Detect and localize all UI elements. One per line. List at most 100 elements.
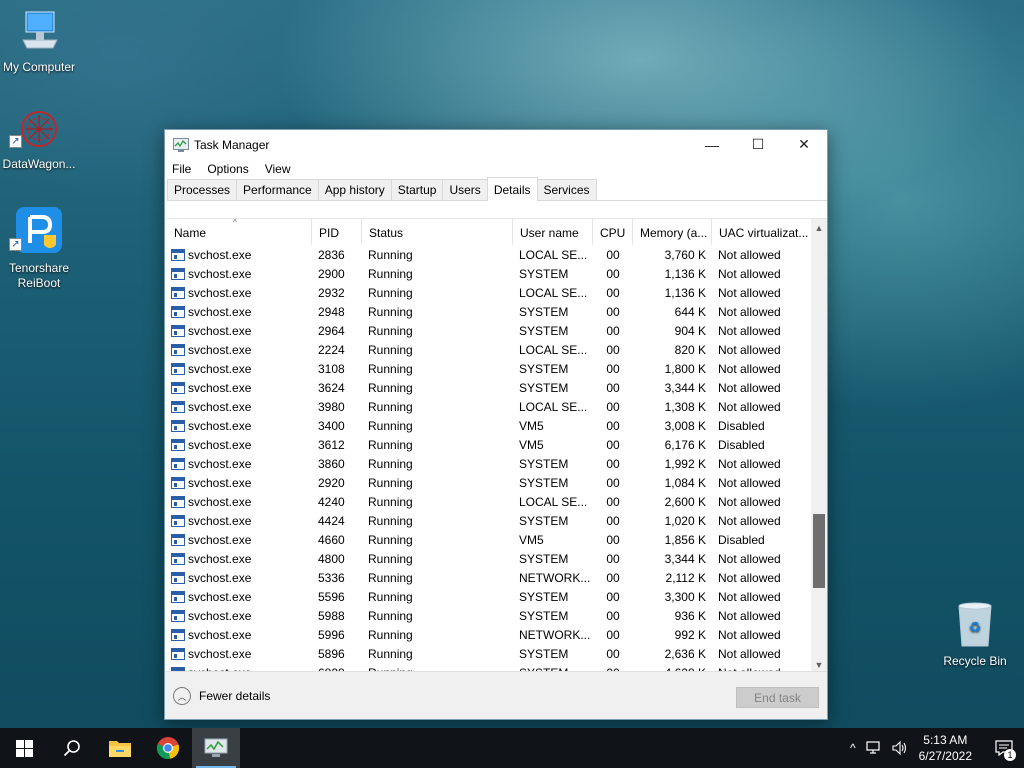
menu-view[interactable]: View [265,162,291,176]
fewer-details-button[interactable]: ︿ Fewer details [173,687,270,705]
table-row[interactable]: svchost.exe 4240 Running LOCAL SE... 00 2,600… [167,492,811,511]
taskbar: ^ 5:13 AM 6/27/2022 1 [0,728,1024,768]
cell-uac-virtualization: Not allowed [718,589,781,604]
cell-cpu: 00 [606,532,620,547]
cell-cpu: 00 [606,399,620,414]
cell-name: svchost.exe [167,495,312,509]
maximize-button[interactable]: ☐ [735,130,781,159]
column-header-user-name[interactable]: User name [513,219,593,245]
table-row[interactable]: svchost.exe 3860 Running SYSTEM 00 1,992 K Not… [167,454,811,473]
search-button[interactable] [48,728,96,768]
column-header-uac-virtualization[interactable]: UAC virtualizat... [712,219,811,245]
table-row[interactable]: svchost.exe 3108 Running SYSTEM 00 1,800 K Not… [167,359,811,378]
clock-time: 5:13 AM [923,733,968,747]
show-hidden-icons-chevron-icon[interactable]: ^ [850,741,856,755]
scroll-down-arrow-icon[interactable]: ▼ [811,656,827,672]
cell-name: svchost.exe [167,457,312,471]
cell-uac-virtualization: Not allowed [718,513,781,528]
vertical-scrollbar[interactable]: ▲ ▼ [811,219,827,672]
table-row[interactable]: svchost.exe 2920 Running SYSTEM 00 1,084 K Not… [167,473,811,492]
datawagon-icon [21,111,57,147]
table-row[interactable]: svchost.exe 5988 Running SYSTEM 00 936 K Not a… [167,606,811,625]
cell-uac-virtualization: Not allowed [718,551,781,566]
cell-pid: 2900 [318,266,345,281]
table-row[interactable]: svchost.exe 5896 Running SYSTEM 00 2,636 K Not… [167,644,811,663]
taskbar-chrome[interactable] [144,728,192,768]
cell-memory: 6,176 K [664,437,706,452]
minimize-button[interactable]: — [689,130,735,159]
cell-uac-virtualization: Not allowed [718,380,781,395]
tab-services[interactable]: Services [536,179,597,200]
tab-app-history[interactable]: App history [317,179,392,200]
column-header-name[interactable]: ^ Name [167,219,312,245]
cell-cpu: 00 [606,266,620,281]
table-row[interactable]: svchost.exe 2900 Running SYSTEM 00 1,136 K Not… [167,264,811,283]
cell-pid: 5988 [318,608,345,623]
cell-user-name: NETWORK... [519,627,591,642]
desktop-icon-tenorshare-reiboot[interactable]: ↗ Tenorshare ReiBoot [0,205,79,291]
table-row[interactable]: svchost.exe 5596 Running SYSTEM 00 3,300 K Not… [167,587,811,606]
cell-uac-virtualization: Not allowed [718,608,781,623]
taskbar-file-explorer[interactable] [96,728,144,768]
process-name: svchost.exe [188,380,252,395]
process-icon [171,286,185,299]
svg-text:♻: ♻ [969,620,982,636]
cell-user-name: SYSTEM [519,551,569,566]
table-row[interactable]: svchost.exe 2836 Running LOCAL SE... 00 3,760… [167,245,811,264]
start-button[interactable] [0,728,48,768]
column-header-cpu[interactable]: CPU [593,219,633,245]
desktop-icon-my-computer[interactable]: My Computer [0,10,79,74]
table-row[interactable]: svchost.exe 3612 Running VM5 00 6,176 K Disabl… [167,435,811,454]
close-button[interactable]: ✕ [781,130,827,159]
column-header-status[interactable]: Status [362,219,513,245]
table-row[interactable]: svchost.exe 5996 Running NETWORK... 00 992 K N… [167,625,811,644]
process-name: svchost.exe [188,399,252,414]
process-icon [171,495,185,508]
menu-options[interactable]: Options [207,162,248,176]
tab-performance[interactable]: Performance [236,179,319,200]
column-header-pid[interactable]: PID [312,219,362,245]
cell-name: svchost.exe [167,305,312,319]
menu-file[interactable]: File [172,162,191,176]
end-task-button[interactable]: End task [736,687,819,708]
process-name: svchost.exe [188,475,252,490]
table-row[interactable]: svchost.exe 5336 Running NETWORK... 00 2,112 … [167,568,811,587]
clock[interactable]: 5:13 AM 6/27/2022 [919,732,972,764]
tab-startup[interactable]: Startup [390,179,444,200]
table-row[interactable]: svchost.exe 3624 Running SYSTEM 00 3,344 K Not… [167,378,811,397]
tab-details[interactable]: Details [486,177,538,201]
desktop-icon-recycle-bin[interactable]: ♻ Recycle Bin [935,602,1015,668]
window-footer: ︿ Fewer details End task [165,671,827,719]
scroll-up-arrow-icon[interactable]: ▲ [811,219,827,236]
table-row[interactable]: svchost.exe 3400 Running VM5 00 3,008 K Disabl… [167,416,811,435]
cell-status: Running [368,266,413,281]
cell-status: Running [368,304,413,319]
scrollbar-thumb[interactable] [813,514,825,588]
table-row[interactable]: svchost.exe 2964 Running SYSTEM 00 904 K Not a… [167,321,811,340]
table-row[interactable]: svchost.exe 2932 Running LOCAL SE... 00 1,136… [167,283,811,302]
taskbar-task-manager[interactable] [192,728,240,768]
table-row[interactable]: svchost.exe 2224 Running LOCAL SE... 00 820 K… [167,340,811,359]
cell-uac-virtualization: Not allowed [718,475,781,490]
tab-processes[interactable]: Processes [167,179,238,200]
cell-memory: 1,992 K [664,456,706,471]
process-name: svchost.exe [188,646,252,661]
process-rows: svchost.exe 2836 Running LOCAL SE... 00 3,760… [167,245,811,672]
action-center-button[interactable]: 1 [984,728,1024,768]
column-header-label: Name [174,226,207,240]
title-bar[interactable]: Task Manager — ☐ ✕ [165,130,827,159]
desktop-icon-datawagon[interactable]: ↗ DataWagon... [0,107,79,171]
cell-uac-virtualization: Not allowed [718,266,781,281]
tab-users[interactable]: Users [442,179,488,200]
volume-icon[interactable] [892,741,908,755]
table-row[interactable]: svchost.exe 4424 Running SYSTEM 00 1,020 K Not… [167,511,811,530]
cell-name: svchost.exe [167,552,312,566]
table-row[interactable]: svchost.exe 3980 Running LOCAL SE... 00 1,308… [167,397,811,416]
cell-uac-virtualization: Not allowed [718,627,781,642]
column-header-memory[interactable]: Memory (a... [633,219,712,245]
table-row[interactable]: svchost.exe 4660 Running VM5 00 1,856 K Disabl… [167,530,811,549]
cell-uac-virtualization: Not allowed [718,342,781,357]
table-row[interactable]: svchost.exe 2948 Running SYSTEM 00 644 K Not a… [167,302,811,321]
network-icon[interactable] [866,741,882,755]
table-row[interactable]: svchost.exe 4800 Running SYSTEM 00 3,344 K Not… [167,549,811,568]
